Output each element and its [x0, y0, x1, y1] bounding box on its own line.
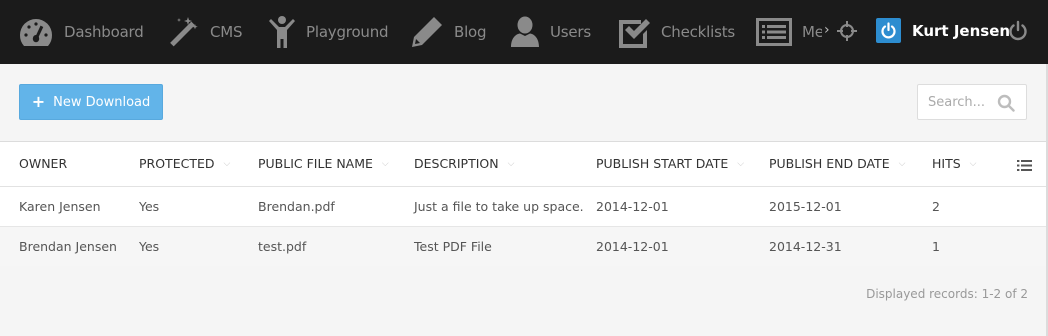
cell-hits: 1 [932, 239, 940, 254]
user-menu[interactable]: Kurt Jensen [876, 18, 1010, 43]
cell-file-name: test.pdf [258, 239, 307, 254]
nav-overflow-arrow[interactable]: › [824, 22, 830, 38]
column-header-owner[interactable]: OWNER [19, 156, 67, 171]
column-header-hits[interactable]: HITS ⌵ [932, 156, 976, 171]
cell-file-name: Brendan.pdf [258, 199, 335, 214]
chevron-down-icon: ⌵ [969, 158, 977, 169]
cell-description: Test PDF File [414, 239, 492, 254]
column-header-description[interactable]: DESCRIPTION ⌵ [414, 156, 514, 171]
top-navigation-bar: Dashboard CMS Playground Blog Users Chec… [0, 0, 1048, 64]
records-count: Displayed records: 1-2 of 2 [866, 287, 1028, 301]
column-label: OWNER [19, 156, 68, 171]
nav-label-users: Users [550, 23, 592, 41]
column-label: DESCRIPTION [414, 156, 499, 171]
nav-label-checklists: Checklists [661, 23, 735, 41]
power-icon[interactable] [1008, 20, 1028, 46]
search-box [917, 84, 1027, 120]
column-label: PROTECTED [139, 156, 215, 171]
nav-item-blog[interactable]: Blog [410, 0, 487, 64]
nav-item-dashboard[interactable]: Dashboard [18, 0, 144, 64]
user-name: Kurt Jensen [912, 21, 1011, 40]
nav-item-more[interactable]: Me [756, 0, 822, 64]
cell-hits: 2 [932, 199, 940, 214]
nav-item-users[interactable]: Users [510, 0, 591, 64]
nav-label-cms: CMS [210, 23, 243, 41]
chevron-down-icon: ⌵ [898, 158, 906, 169]
cell-owner: Karen Jensen [19, 199, 101, 214]
checkbox-icon [617, 16, 651, 48]
nav-label-blog: Blog [454, 23, 487, 41]
cell-end-date: 2015-12-01 [769, 199, 842, 214]
column-header-protected[interactable]: PROTECTED ⌵ [139, 156, 230, 171]
plus-icon: + [31, 92, 46, 111]
nav-label-more: Me [802, 23, 822, 41]
column-header-publish-start-date[interactable]: PUBLISH START DATE ⌵ [596, 156, 744, 171]
cell-owner: Brendan Jensen [19, 239, 117, 254]
chevron-down-icon: ⌵ [507, 158, 515, 169]
cell-start-date: 2014-12-01 [596, 239, 669, 254]
column-header-public-file-name[interactable]: PUBLIC FILE NAME ⌵ [258, 156, 389, 171]
search-input[interactable] [928, 94, 994, 110]
cell-end-date: 2014-12-31 [769, 239, 842, 254]
column-label: PUBLISH START DATE [596, 156, 729, 171]
new-download-button[interactable]: + New Download [19, 84, 163, 120]
table-footer [0, 266, 1048, 336]
nav-item-checklists[interactable]: Checklists [617, 0, 735, 64]
list-icon [756, 18, 792, 46]
column-label: PUBLISH END DATE [769, 156, 890, 171]
table-header: OWNER PROTECTED ⌵ PUBLIC FILE NAME ⌵ DES… [0, 142, 1048, 187]
table-row[interactable]: Brendan Jensen Yes test.pdf Test PDF Fil… [0, 227, 1048, 267]
downloads-table: OWNER PROTECTED ⌵ PUBLIC FILE NAME ⌵ DES… [0, 141, 1048, 267]
cell-protected: Yes [139, 239, 160, 254]
power-badge-icon [876, 18, 901, 43]
column-menu-icon[interactable] [1017, 157, 1032, 176]
nav-item-playground[interactable]: Playground [268, 0, 389, 64]
user-icon [510, 16, 540, 48]
nav-label-playground: Playground [306, 23, 389, 41]
crosshair-icon[interactable] [836, 20, 858, 46]
child-icon [268, 15, 296, 49]
chevron-down-icon: ⌵ [223, 158, 231, 169]
new-download-label: New Download [53, 94, 151, 110]
column-label: HITS [932, 156, 961, 171]
nav-item-cms[interactable]: CMS [166, 0, 243, 64]
table-row[interactable]: Karen Jensen Yes Brendan.pdf Just a file… [0, 187, 1048, 227]
nav-label-dashboard: Dashboard [64, 23, 144, 41]
column-header-publish-end-date[interactable]: PUBLISH END DATE ⌵ [769, 156, 905, 171]
cell-start-date: 2014-12-01 [596, 199, 669, 214]
chevron-down-icon: ⌵ [381, 158, 389, 169]
magic-wand-icon [166, 15, 200, 49]
search-icon[interactable] [997, 94, 1015, 116]
pencil-icon [410, 15, 444, 49]
chevron-down-icon: ⌵ [737, 158, 745, 169]
cell-protected: Yes [139, 199, 160, 214]
dashboard-icon [18, 17, 54, 47]
column-label: PUBLIC FILE NAME [258, 156, 373, 171]
cell-description: Just a file to take up space. [414, 199, 584, 214]
